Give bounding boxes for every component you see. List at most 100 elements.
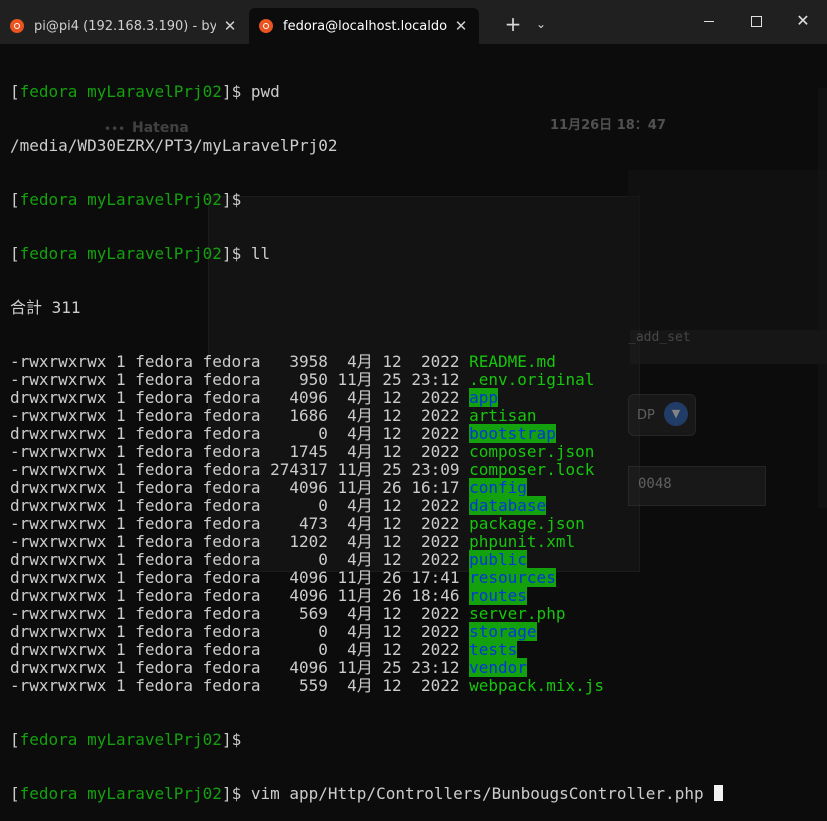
prompt-user: fedora myLaravelPrj02 [19,784,222,803]
list-item: -rwxrwxrwx 1 fedora fedora 274317 11月 25… [10,461,822,479]
file-meta: drwxrwxrwx 1 fedora fedora 0 4月 12 2022 [10,640,470,659]
file-meta: drwxrwxrwx 1 fedora fedora 4096 11月 26 1… [10,586,470,605]
prompt-suffix: ]$ [221,784,251,803]
file-meta: -rwxrwxrwx 1 fedora fedora 950 11月 25 23… [10,370,470,389]
file-meta: drwxrwxrwx 1 fedora fedora 4096 11月 26 1… [10,478,470,497]
minimize-button[interactable] [686,6,732,36]
directory-name: app [469,388,499,407]
file-meta: drwxrwxrwx 1 fedora fedora 0 4月 12 2022 [10,496,470,515]
output-line: 合計 311 [10,298,81,317]
file-meta: -rwxrwxrwx 1 fedora fedora 1686 4月 12 20… [10,406,470,425]
file-name: webpack.mix.js [469,676,604,695]
list-item: drwxrwxrwx 1 fedora fedora 4096 4月 12 20… [10,388,822,407]
list-item: -rwxrwxrwx 1 fedora fedora 1745 4月 12 20… [10,443,822,461]
file-meta: drwxrwxrwx 1 fedora fedora 0 4月 12 2022 [10,550,470,569]
file-name: phpunit.xml [469,532,576,551]
ubuntu-icon [10,19,24,33]
directory-name: routes [469,586,527,605]
file-meta: -rwxrwxrwx 1 fedora fedora 473 4月 12 202… [10,514,470,533]
minimize-icon [704,20,714,22]
title-bar: pi@pi4 (192.168.3.190) - byobu ✕ fedora@… [0,0,827,44]
new-tab-button[interactable]: + [500,10,526,38]
file-name: package.json [469,514,585,533]
prompt-bracket: [ [10,244,20,263]
directory-name: bootstrap [469,424,556,443]
prompt-line: [fedora myLaravelPrj02]$ [10,731,822,749]
tab-title: fedora@localhost.localdomain [283,18,447,34]
list-item: drwxrwxrwx 1 fedora fedora 0 4月 12 2022 … [10,550,822,569]
file-meta: drwxrwxrwx 1 fedora fedora 0 4月 12 2022 [10,622,470,641]
list-item: drwxrwxrwx 1 fedora fedora 0 4月 12 2022 … [10,496,822,515]
prompt-suffix: ]$ [221,244,251,263]
list-item: drwxrwxrwx 1 fedora fedora 0 4月 12 2022 … [10,640,822,659]
file-meta: -rwxrwxrwx 1 fedora fedora 559 4月 12 202… [10,676,470,695]
prompt-suffix: ]$ [221,82,251,101]
file-meta: drwxrwxrwx 1 fedora fedora 0 4月 12 2022 [10,424,470,443]
directory-name: public [469,550,527,569]
list-item: -rwxrwxrwx 1 fedora fedora 3958 4月 12 20… [10,353,822,371]
file-name: artisan [469,406,537,425]
prompt-suffix: ]$ [221,190,251,209]
list-item: drwxrwxrwx 1 fedora fedora 4096 11月 26 1… [10,586,822,605]
list-item: drwxrwxrwx 1 fedora fedora 0 4月 12 2022 … [10,622,822,641]
file-name: composer.json [469,442,595,461]
file-meta: drwxrwxrwx 1 fedora fedora 4096 4月 12 20… [10,388,470,407]
output-line: /media/WD30EZRX/PT3/myLaravelPrj02 [10,136,338,155]
prompt-user: fedora myLaravelPrj02 [19,244,222,263]
close-icon: ✕ [796,11,810,30]
list-item: -rwxrwxrwx 1 fedora fedora 1202 4月 12 20… [10,533,822,551]
list-item: -rwxrwxrwx 1 fedora fedora 473 4月 12 202… [10,515,822,533]
prompt-suffix: ]$ [221,730,251,749]
list-item: -rwxrwxrwx 1 fedora fedora 569 4月 12 202… [10,605,822,623]
directory-name: database [469,496,547,515]
file-meta: -rwxrwxrwx 1 fedora fedora 274317 11月 25… [10,460,470,479]
directory-name: resources [469,568,556,587]
command-input[interactable]: vim app/Http/Controllers/BunbougsControl… [251,784,713,803]
directory-name: storage [469,622,537,641]
prompt-bracket: [ [10,730,20,749]
prompt-line: [fedora myLaravelPrj02]$ pwd [10,83,822,101]
chevron-down-icon[interactable]: ⌄ [531,12,551,36]
file-meta: drwxrwxrwx 1 fedora fedora 4096 11月 26 1… [10,568,470,587]
text-cursor [714,785,724,801]
maximize-icon [750,15,762,27]
file-meta: -rwxrwxrwx 1 fedora fedora 1202 4月 12 20… [10,532,470,551]
list-item: -rwxrwxrwx 1 fedora fedora 1686 4月 12 20… [10,407,822,425]
prompt-user: fedora myLaravelPrj02 [19,82,222,101]
prompt-line: [fedora myLaravelPrj02]$ ll [10,245,822,263]
list-item: drwxrwxrwx 1 fedora fedora 4096 11月 26 1… [10,478,822,497]
prompt-line: [fedora myLaravelPrj02]$ [10,191,822,209]
prompt-bracket: [ [10,82,20,101]
directory-name: tests [469,640,518,659]
tab-pi4[interactable]: pi@pi4 (192.168.3.190) - byobu ✕ [0,8,248,44]
command-text: ll [250,244,271,263]
command-text: pwd [250,82,280,101]
file-meta: -rwxrwxrwx 1 fedora fedora 1745 4月 12 20… [10,442,470,461]
directory-name: vendor [469,658,527,677]
prompt-bracket: [ [10,190,20,209]
list-item: drwxrwxrwx 1 fedora fedora 4096 11月 26 1… [10,568,822,587]
list-item: -rwxrwxrwx 1 fedora fedora 950 11月 25 23… [10,371,822,389]
tab-close-icon[interactable]: ✕ [453,17,469,35]
list-item: -rwxrwxrwx 1 fedora fedora 559 4月 12 202… [10,677,822,695]
prompt-line: [fedora myLaravelPrj02]$ vim app/Http/Co… [10,785,822,803]
tab-fedora[interactable]: fedora@localhost.localdomain ✕ [249,8,479,44]
ubuntu-icon [259,19,273,33]
prompt-user: fedora myLaravelPrj02 [19,190,222,209]
maximize-button[interactable] [733,6,779,36]
list-item: drwxrwxrwx 1 fedora fedora 4096 11月 25 2… [10,658,822,677]
file-meta: drwxrwxrwx 1 fedora fedora 4096 11月 25 2… [10,658,470,677]
file-name: .env.original [469,370,595,389]
file-meta: -rwxrwxrwx 1 fedora fedora 3958 4月 12 20… [10,352,470,371]
prompt-user: fedora myLaravelPrj02 [19,730,222,749]
terminal-output[interactable]: [fedora myLaravelPrj02]$ pwd /media/WD30… [10,47,822,803]
directory-name: config [469,478,527,497]
file-name: README.md [469,352,556,371]
file-meta: -rwxrwxrwx 1 fedora fedora 569 4月 12 202… [10,604,470,623]
file-name: composer.lock [469,460,595,479]
tab-close-icon[interactable]: ✕ [222,17,238,35]
close-button[interactable]: ✕ [780,6,826,36]
list-item: drwxrwxrwx 1 fedora fedora 0 4月 12 2022 … [10,424,822,443]
file-listing: -rwxrwxrwx 1 fedora fedora 3958 4月 12 20… [10,353,822,695]
prompt-bracket: [ [10,784,20,803]
